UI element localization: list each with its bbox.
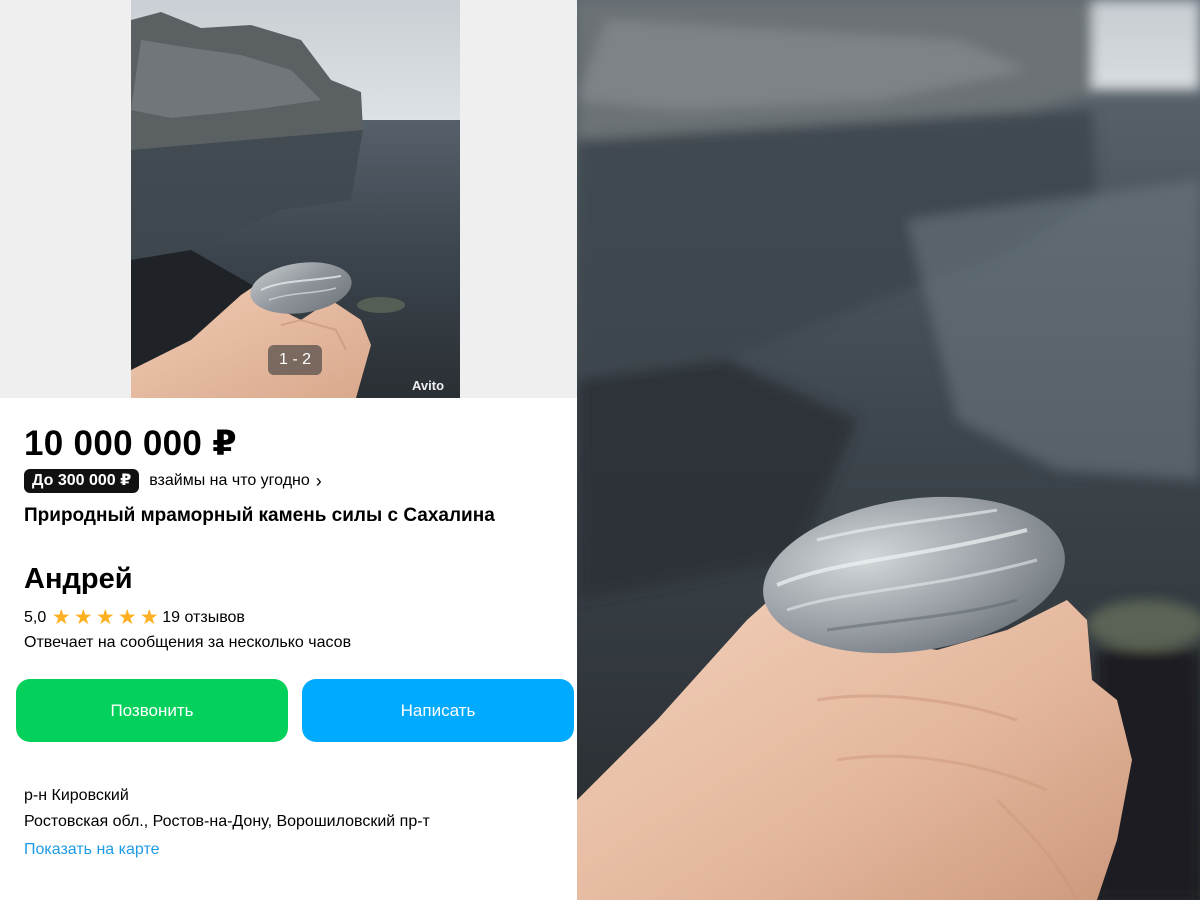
listing-price: 10 000 000 ₽ [24, 424, 237, 463]
call-button[interactable]: Позвонить [16, 679, 288, 742]
listing-title: Природный мраморный камень силы с Сахали… [24, 505, 495, 526]
location-district: р-н Кировский [24, 787, 129, 804]
star-icon: ★ [51, 606, 71, 629]
photo-stone-closeup [577, 0, 1200, 900]
location-address: Ростовская обл., Ростов-на-Дону, Ворошил… [24, 813, 430, 830]
photo-counter: 1 - 2 [268, 345, 322, 375]
star-icon: ★ [95, 606, 115, 629]
listing-photo[interactable] [131, 0, 460, 398]
reviews-count[interactable]: 19 отзывов [162, 609, 245, 627]
avito-watermark: Avito [412, 378, 445, 393]
star-icon: ★ [73, 606, 93, 629]
photo-stone-in-hand [131, 0, 460, 398]
photo-gallery[interactable]: 1 - 2 Avito [0, 0, 577, 398]
listing-panel: 1 - 2 Avito 10 000 000 ₽ До 300 000 ₽ вз… [0, 0, 577, 900]
show-on-map-link[interactable]: Показать на карте [24, 841, 159, 859]
rating-value: 5,0 [24, 609, 47, 626]
loan-offer[interactable]: До 300 000 ₽ взаймы на что угодно › [24, 469, 322, 493]
chevron-right-icon: › [315, 470, 322, 491]
seller-reply-time: Отвечает на сообщения за несколько часов [24, 634, 352, 651]
rating-stars: ★ ★ ★ ★ ★ [50, 607, 160, 629]
loan-offer-text: взаймы на что угодно [149, 472, 310, 489]
enlarged-photo [577, 0, 1200, 900]
seller-name[interactable]: Андрей [24, 563, 133, 596]
message-button[interactable]: Написать [302, 679, 574, 742]
seller-rating[interactable]: 5,0 ★ ★ ★ ★ ★ 19 отзывов [24, 607, 245, 629]
loan-amount-badge: До 300 000 ₽ [24, 469, 140, 493]
star-icon: ★ [117, 606, 137, 629]
star-icon: ★ [139, 606, 159, 629]
